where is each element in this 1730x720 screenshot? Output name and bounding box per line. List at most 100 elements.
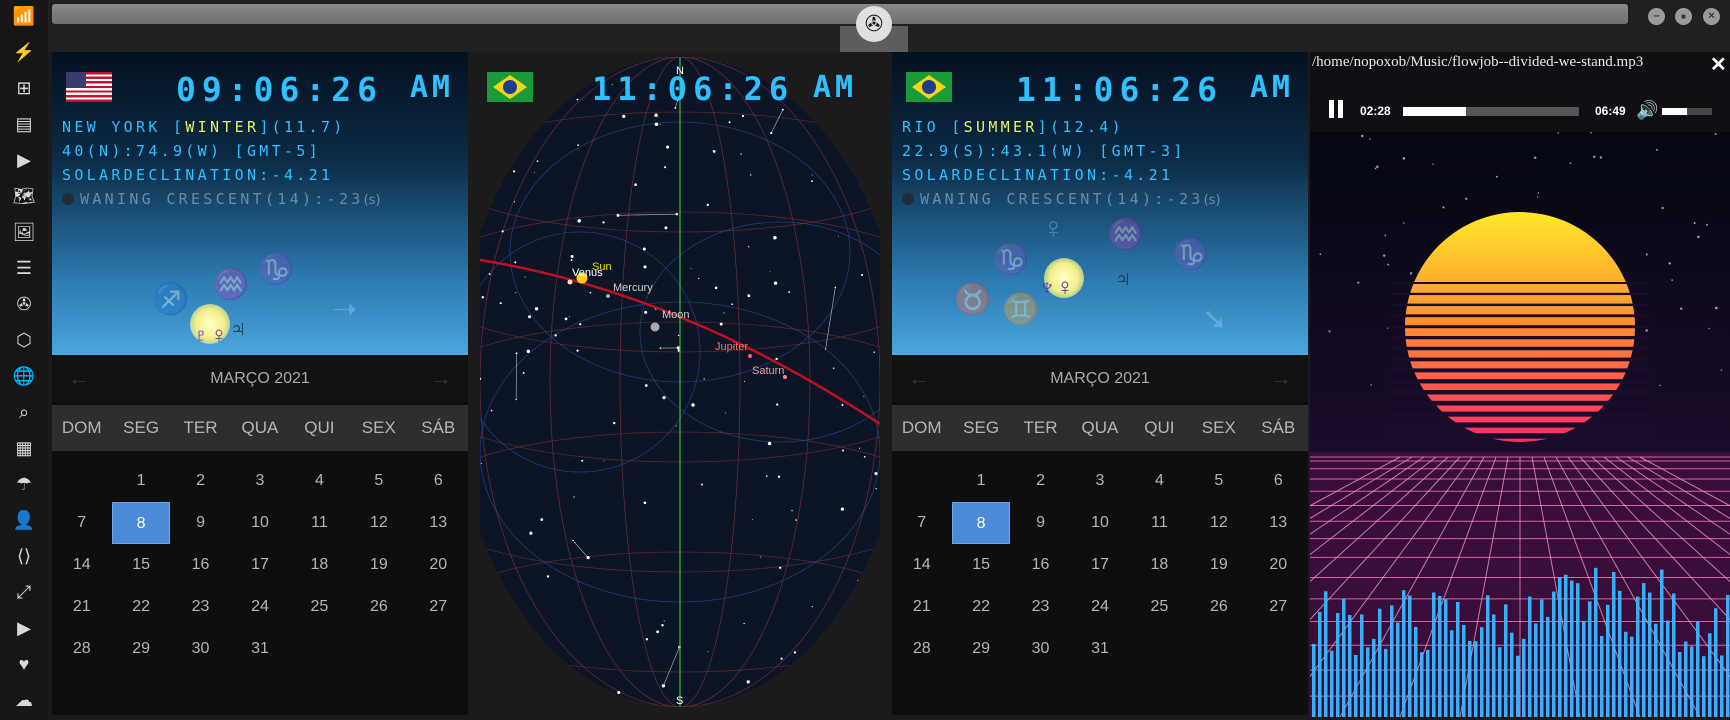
calendar-day[interactable]: 20: [1249, 544, 1308, 586]
world-map-icon[interactable]: ▦: [12, 436, 36, 460]
calendar-day[interactable]: 11: [1130, 502, 1189, 544]
rebel-icon[interactable]: ✇: [12, 292, 36, 316]
globe-icon[interactable]: 🌐: [12, 364, 36, 388]
calendar-day[interactable]: 30: [1011, 628, 1070, 670]
rebel-alliance-logo[interactable]: ✇: [856, 6, 892, 42]
calendar-day[interactable]: 18: [1130, 544, 1189, 586]
hexagon-icon[interactable]: ⬡: [12, 328, 36, 352]
windows-icon[interactable]: ⊞: [12, 76, 36, 100]
minimize-button[interactable]: –: [1648, 8, 1665, 25]
sky-chart[interactable]: SunVenusMercuryMoonJupiterSaturnNS: [480, 52, 880, 712]
calendar-day[interactable]: 28: [52, 628, 111, 670]
calendar-day[interactable]: 20: [409, 544, 468, 586]
calendar-day[interactable]: 12: [349, 502, 408, 544]
lightning-icon[interactable]: ⚡: [12, 40, 36, 64]
calendar-day[interactable]: 16: [171, 544, 230, 586]
star: [527, 315, 532, 319]
calendar-day[interactable]: 21: [52, 586, 111, 628]
next-month-button[interactable]: →: [1270, 365, 1292, 391]
calendar-day[interactable]: 25: [290, 586, 349, 628]
calendar-day[interactable]: 6: [1249, 460, 1308, 502]
umbrella-icon[interactable]: ☂: [12, 472, 36, 496]
calendar-day[interactable]: 22: [111, 586, 170, 628]
cloud-icon[interactable]: ☁: [12, 688, 36, 712]
volume-icon[interactable]: 🔊: [1636, 100, 1658, 121]
calendar-day[interactable]: 30: [171, 628, 230, 670]
calendar-day[interactable]: 7: [892, 502, 951, 544]
calendar-day[interactable]: 24: [230, 586, 289, 628]
calendar-day[interactable]: 5: [349, 460, 408, 502]
calendar-rio: ← MARÇO 2021 → DOM SEG TER QUA QUI SEX SÁB 123…: [892, 355, 1308, 715]
calendar-day[interactable]: 10: [1070, 502, 1129, 544]
news-icon[interactable]: ☰: [12, 256, 36, 280]
calendar-day[interactable]: 15: [111, 544, 170, 586]
pause-button[interactable]: [1328, 100, 1344, 118]
calendar-day[interactable]: 19: [349, 544, 408, 586]
star: [701, 483, 703, 486]
calendar-day-selected[interactable]: 8: [112, 502, 170, 544]
inbox-icon[interactable]: ▤: [12, 112, 36, 136]
calendar-day[interactable]: 23: [1011, 586, 1070, 628]
calendar-day-selected[interactable]: 8: [952, 502, 1010, 544]
visualizer-bar: [1606, 604, 1610, 717]
calendar-day[interactable]: 25: [1130, 586, 1189, 628]
calendar-day[interactable]: 15: [951, 544, 1010, 586]
map-icon[interactable]: 🗺: [12, 184, 36, 208]
calendar-day[interactable]: 3: [1070, 460, 1129, 502]
calendar-day[interactable]: 28: [892, 628, 951, 670]
star: [725, 412, 727, 414]
calendar-day[interactable]: 5: [1189, 460, 1248, 502]
contacts-icon[interactable]: 👤: [12, 508, 36, 532]
calendar-day[interactable]: 16: [1011, 544, 1070, 586]
calendar-day[interactable]: 29: [951, 628, 1010, 670]
wifi-icon[interactable]: 📶: [12, 4, 36, 28]
calendar-day[interactable]: 27: [409, 586, 468, 628]
calendar-day[interactable]: 11: [290, 502, 349, 544]
calendar-day[interactable]: 17: [230, 544, 289, 586]
calendar-day[interactable]: 10: [230, 502, 289, 544]
calendar-day[interactable]: 9: [1011, 502, 1070, 544]
calendar-day[interactable]: 31: [230, 628, 289, 670]
calendar-day[interactable]: 29: [111, 628, 170, 670]
calendar-day[interactable]: 6: [409, 460, 468, 502]
calendar-day[interactable]: 31: [1070, 628, 1129, 670]
calendar-day[interactable]: 1: [951, 460, 1010, 502]
next-month-button[interactable]: →: [430, 365, 452, 391]
calendar-day[interactable]: 2: [171, 460, 230, 502]
heart-icon[interactable]: ♥: [12, 652, 36, 676]
calendar-day[interactable]: 2: [1011, 460, 1070, 502]
calendar-day[interactable]: 26: [1189, 586, 1248, 628]
calendar-day[interactable]: 26: [349, 586, 408, 628]
calendar-day[interactable]: 1: [111, 460, 170, 502]
player-close-button[interactable]: ✕: [1710, 52, 1727, 77]
play-icon[interactable]: ▶: [12, 148, 36, 172]
calendar-day[interactable]: 23: [171, 586, 230, 628]
calendar-day[interactable]: 9: [171, 502, 230, 544]
calendar-day[interactable]: 13: [1249, 502, 1308, 544]
code-icon[interactable]: ⟨⟩: [12, 544, 36, 568]
calendar-day[interactable]: 7: [52, 502, 111, 544]
visualizer-bar: [1372, 638, 1376, 717]
search-icon[interactable]: ⌕: [12, 400, 36, 424]
image-icon[interactable]: 🖼: [12, 220, 36, 244]
calendar-day[interactable]: 24: [1070, 586, 1129, 628]
title-strip[interactable]: [52, 4, 1628, 24]
calendar-day[interactable]: 4: [1130, 460, 1189, 502]
youtube-icon[interactable]: ▶: [12, 616, 36, 640]
calendar-day[interactable]: 4: [290, 460, 349, 502]
calendar-day[interactable]: 14: [892, 544, 951, 586]
calendar-day[interactable]: 17: [1070, 544, 1129, 586]
calendar-day[interactable]: 27: [1249, 586, 1308, 628]
close-button[interactable]: ×: [1703, 8, 1720, 25]
calendar-day[interactable]: 12: [1189, 502, 1248, 544]
calendar-day[interactable]: 22: [951, 586, 1010, 628]
calendar-day[interactable]: 13: [409, 502, 468, 544]
calendar-day[interactable]: 14: [52, 544, 111, 586]
calendar-day[interactable]: 18: [290, 544, 349, 586]
calendar-day[interactable]: 3: [230, 460, 289, 502]
fullscreen-icon[interactable]: ⤢: [12, 580, 36, 604]
calendar-day[interactable]: 21: [892, 586, 951, 628]
maximize-button[interactable]: ■: [1675, 8, 1692, 25]
calendar-day[interactable]: 19: [1189, 544, 1248, 586]
star: [634, 183, 637, 187]
